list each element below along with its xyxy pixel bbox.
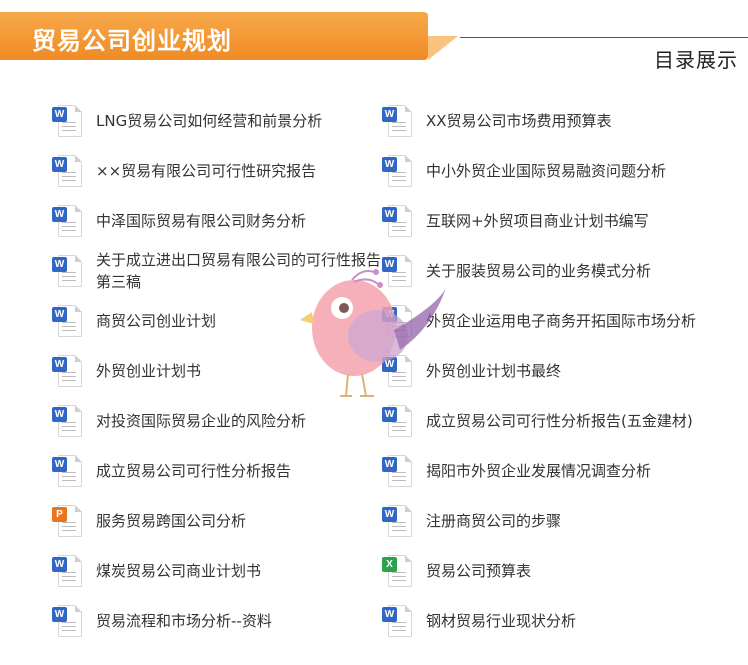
document-item[interactable]: W 揭阳市外贸企业发展情况调查分析 xyxy=(382,448,712,494)
word-file-icon: W xyxy=(52,303,84,339)
document-item[interactable]: W 注册商贸公司的步骤 xyxy=(382,498,712,544)
file-type-badge: W xyxy=(52,207,67,222)
document-title: 贸易流程和市场分析--资料 xyxy=(96,612,272,630)
document-item[interactable]: W ××贸易有限公司可行性研究报告 xyxy=(52,148,382,194)
document-item[interactable]: W 中泽国际贸易有限公司财务分析 xyxy=(52,198,382,244)
word-file-icon: W xyxy=(52,153,84,189)
excel-file-icon: X xyxy=(382,553,414,589)
document-title: 互联网+外贸项目商业计划书编写 xyxy=(426,212,649,230)
file-type-badge: W xyxy=(52,407,67,422)
document-title: 注册商贸公司的步骤 xyxy=(426,512,562,530)
document-title: 揭阳市外贸企业发展情况调查分析 xyxy=(426,462,652,480)
document-title: 煤炭贸易公司商业计划书 xyxy=(96,562,262,580)
file-type-badge: W xyxy=(382,607,397,622)
document-title: 外贸创业计划书 xyxy=(96,362,202,380)
document-title: 中泽国际贸易有限公司财务分析 xyxy=(96,212,307,230)
file-type-badge: W xyxy=(52,257,67,272)
document-title: 服务贸易跨国公司分析 xyxy=(96,512,247,530)
document-title: XX贸易公司市场费用预算表 xyxy=(426,112,612,130)
word-file-icon: W xyxy=(382,453,414,489)
file-type-badge: W xyxy=(52,557,67,572)
word-file-icon: W xyxy=(52,453,84,489)
bird-watermark-icon xyxy=(300,269,446,397)
file-type-badge: W xyxy=(382,407,397,422)
document-item[interactable]: W 成立贸易公司可行性分析报告 xyxy=(52,448,382,494)
document-item[interactable]: X 贸易公司预算表 xyxy=(382,548,712,594)
file-type-badge: X xyxy=(382,557,397,572)
file-type-badge: W xyxy=(52,607,67,622)
file-type-badge: W xyxy=(382,157,397,172)
document-title: LNG贸易公司如何经营和前景分析 xyxy=(96,112,323,130)
word-file-icon: W xyxy=(382,503,414,539)
word-file-icon: W xyxy=(52,553,84,589)
ppt-file-icon: P xyxy=(52,503,84,539)
document-item[interactable]: W XX贸易公司市场费用预算表 xyxy=(382,98,712,144)
document-title: 对投资国际贸易企业的风险分析 xyxy=(96,412,307,430)
word-file-icon: W xyxy=(52,203,84,239)
document-title: 成立贸易公司可行性分析报告 xyxy=(96,462,292,480)
file-type-badge: W xyxy=(52,157,67,172)
document-title: 关于服装贸易公司的业务模式分析 xyxy=(426,262,652,280)
word-file-icon: W xyxy=(52,353,84,389)
word-file-icon: W xyxy=(382,153,414,189)
document-title: ××贸易有限公司可行性研究报告 xyxy=(96,162,317,180)
file-type-badge: P xyxy=(52,507,67,522)
file-type-badge: W xyxy=(382,457,397,472)
document-item[interactable]: W 中小外贸企业国际贸易融资问题分析 xyxy=(382,148,712,194)
file-type-badge: W xyxy=(382,507,397,522)
document-item[interactable]: W LNG贸易公司如何经营和前景分析 xyxy=(52,98,382,144)
file-type-badge: W xyxy=(52,457,67,472)
word-file-icon: W xyxy=(52,103,84,139)
document-title: 外贸企业运用电子商务开拓国际市场分析 xyxy=(426,312,697,330)
document-item[interactable]: W 钢材贸易行业现状分析 xyxy=(382,598,712,644)
document-title: 成立贸易公司可行性分析报告(五金建材) xyxy=(426,412,693,430)
document-item[interactable]: W 贸易流程和市场分析--资料 xyxy=(52,598,382,644)
file-type-badge: W xyxy=(382,207,397,222)
document-title: 贸易公司预算表 xyxy=(426,562,532,580)
document-item[interactable]: W 煤炭贸易公司商业计划书 xyxy=(52,548,382,594)
word-file-icon: W xyxy=(382,203,414,239)
file-type-badge: W xyxy=(382,107,397,122)
document-item[interactable]: W 互联网+外贸项目商业计划书编写 xyxy=(382,198,712,244)
word-file-icon: W xyxy=(52,603,84,639)
word-file-icon: W xyxy=(382,103,414,139)
document-item[interactable]: P 服务贸易跨国公司分析 xyxy=(52,498,382,544)
word-file-icon: W xyxy=(382,603,414,639)
word-file-icon: W xyxy=(52,403,84,439)
file-type-badge: W xyxy=(52,357,67,372)
word-file-icon: W xyxy=(382,403,414,439)
document-title: 中小外贸企业国际贸易融资问题分析 xyxy=(426,162,667,180)
file-type-badge: W xyxy=(52,307,67,322)
word-file-icon: W xyxy=(52,253,84,289)
document-title: 钢材贸易行业现状分析 xyxy=(426,612,577,630)
file-type-badge: W xyxy=(52,107,67,122)
document-title: 商贸公司创业计划 xyxy=(96,312,217,330)
